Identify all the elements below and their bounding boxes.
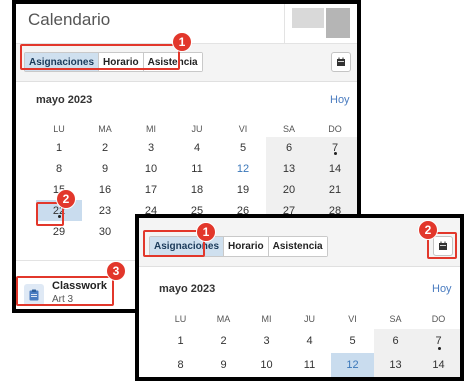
event-dot [58,215,61,218]
user-photo-placeholder [326,8,350,38]
day-cell[interactable]: 10 [128,158,174,179]
weekday-header: JU [191,124,203,134]
zoomed-day-cell[interactable]: 7 [417,329,460,353]
calendar-icon [439,241,447,250]
day-cell[interactable]: 2 [82,137,128,158]
tab-horario[interactable]: Horario [99,53,144,71]
callout-badge-zoom-1: 1 [196,222,216,242]
day-cell[interactable]: 1 [36,137,82,158]
weekday-header: DO [328,124,342,134]
zoomed-calendar-panel: Asignaciones Horario Asistencia mayo 202… [135,214,464,381]
zoomed-weekday-header: DO [431,314,446,324]
zoomed-day-cell[interactable]: 9 [202,353,245,377]
tab-asistencia[interactable]: Asistencia [143,53,202,71]
zoomed-today-link[interactable]: Hoy [432,283,452,295]
day-cell[interactable]: 23 [82,200,128,221]
page-title: Calendario [28,10,111,29]
month-label: mayo 2023 [36,94,93,106]
calendar-picker-button[interactable] [331,52,351,72]
zoomed-weekday-header: JU [304,314,315,324]
day-cell[interactable]: 13 [266,158,312,179]
day-cell[interactable]: 20 [266,179,312,200]
weekday-header: SA [282,124,295,134]
zoomed-calendar-picker-button[interactable] [433,236,453,256]
day-cell[interactable]: 17 [128,179,174,200]
zoomed-tab-horario[interactable]: Horario [224,237,269,256]
zoomed-view-tabs: Asignaciones Horario Asistencia [149,236,328,257]
zoomed-day-cell[interactable]: 12 [331,353,374,377]
weekday-header: VI [238,124,248,134]
day-cell[interactable]: 8 [36,158,82,179]
day-cell[interactable]: 12 [220,158,266,179]
callout-badge-2: 2 [56,189,76,209]
today-link[interactable]: Hoy [330,94,350,106]
zoomed-tab-asignaciones[interactable]: Asignaciones [150,237,225,256]
zoomed-day-cell[interactable]: 13 [374,353,417,377]
day-cell[interactable]: 6 [266,137,312,158]
zoomed-calendar-grid: LU MA MI JU VI SA DO 1 2 3 4 5 6 7 8 9 10 11 12 13 14 [159,309,460,377]
zoomed-day-cell[interactable]: 11 [288,353,331,377]
header-divider [284,4,285,44]
zoomed-day-cell[interactable]: 6 [374,329,417,353]
zoomed-day-cell[interactable]: 8 [159,353,202,377]
assignment-course: Art 3 [52,294,74,305]
zoomed-weekday-header: LU [174,314,187,324]
day-cell[interactable]: 9 [82,158,128,179]
day-cell[interactable]: 19 [220,179,266,200]
event-dot [334,152,337,155]
day-cell[interactable]: 29 [36,221,82,242]
zoomed-weekday-header: VI [348,314,357,324]
calendar-icon [337,57,345,66]
assignment-title[interactable]: Classwork [52,280,107,292]
zoomed-weekday-header: MA [216,314,231,324]
zoomed-day-cell[interactable]: 2 [202,329,245,353]
day-cell[interactable]: 4 [174,137,220,158]
day-cell[interactable]: 11 [174,158,220,179]
clipboard-icon [24,284,44,306]
zoomed-day-cell[interactable]: 3 [245,329,288,353]
day-cell[interactable]: 7 [312,137,357,158]
view-tabs: Asignaciones Horario Asistencia [24,52,203,72]
day-cell[interactable]: 21 [312,179,357,200]
user-avatar-placeholder [292,8,324,28]
zoomed-day-cell[interactable]: 1 [159,329,202,353]
weekday-header: MA [98,124,112,134]
day-cell[interactable]: 30 [82,221,128,242]
callout-badge-zoom-2: 2 [418,220,438,240]
zoomed-day-cell[interactable]: 5 [331,329,374,353]
day-cell[interactable]: 14 [312,158,357,179]
zoomed-event-dot [437,347,441,350]
day-cell[interactable]: 5 [220,137,266,158]
callout-badge-1: 1 [172,32,192,52]
zoomed-day-cell[interactable]: 10 [245,353,288,377]
callout-badge-3: 3 [106,261,126,281]
zoomed-day-cell[interactable]: 4 [288,329,331,353]
tab-asignaciones[interactable]: Asignaciones [25,53,100,71]
zoomed-tab-asistencia[interactable]: Asistencia [268,237,327,256]
day-cell[interactable]: 16 [82,179,128,200]
day-cell[interactable]: 18 [174,179,220,200]
zoomed-weekday-header: MI [261,314,272,324]
day-cell[interactable]: 3 [128,137,174,158]
zoomed-weekday-header: SA [389,314,402,324]
zoomed-month-label: mayo 2023 [159,283,216,295]
zoomed-day-cell[interactable]: 14 [417,353,460,377]
weekday-header: LU [53,124,65,134]
weekday-header: MI [146,124,156,134]
